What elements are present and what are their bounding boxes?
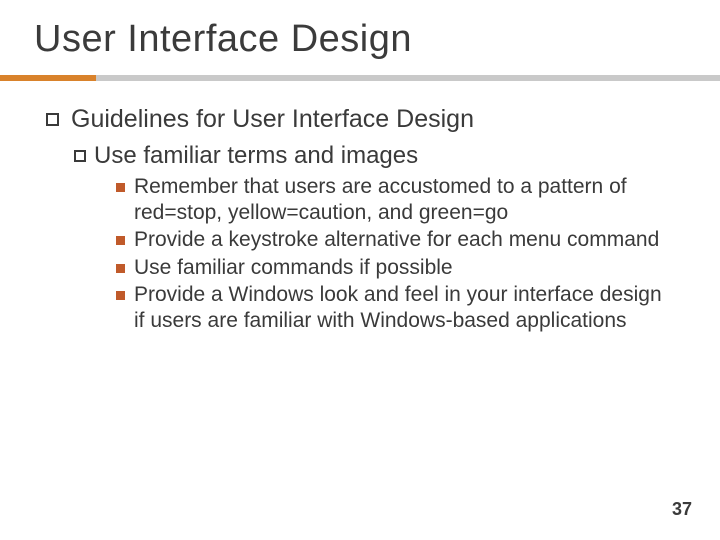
bullet-level-3: Provide a Windows look and feel in your … (116, 282, 692, 333)
filled-square-icon (116, 264, 125, 273)
title-rule (0, 75, 720, 81)
rule-gray (96, 75, 720, 81)
lvl3-text: Provide a keystroke alternative for each… (134, 227, 659, 253)
bullet-level-3: Provide a keystroke alternative for each… (116, 227, 692, 253)
slide-body: Guidelines for User Interface Design Use… (0, 81, 720, 334)
hollow-square-icon (74, 150, 86, 162)
hollow-square-icon (46, 113, 59, 126)
lvl1-text: Guidelines for User Interface Design (71, 105, 474, 134)
filled-square-icon (116, 236, 125, 245)
lvl3-text: Provide a Windows look and feel in your … (134, 282, 674, 333)
slide-title: User Interface Design (0, 0, 720, 61)
filled-square-icon (116, 183, 125, 192)
lvl2-text: Use familiar terms and images (94, 142, 418, 170)
slide: User Interface Design Guidelines for Use… (0, 0, 720, 540)
lvl3-text: Remember that users are accustomed to a … (134, 174, 674, 225)
filled-square-icon (116, 291, 125, 300)
bullet-level-3: Remember that users are accustomed to a … (116, 174, 692, 225)
bullet-level-2: Use familiar terms and images (74, 142, 692, 170)
bullet-level-3: Use familiar commands if possible (116, 255, 692, 281)
lvl3-text: Use familiar commands if possible (134, 255, 453, 281)
bullet-level-1: Guidelines for User Interface Design (46, 105, 692, 134)
page-number: 37 (672, 499, 692, 520)
rule-accent (0, 75, 96, 81)
